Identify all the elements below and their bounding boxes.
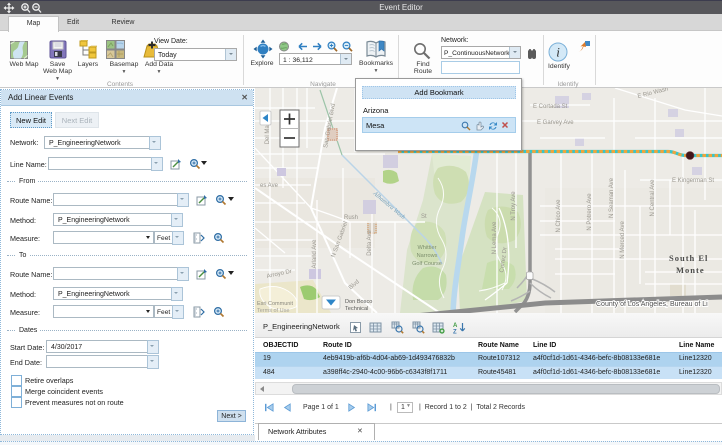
svg-text:N Potrero Ave: N Potrero Ave [587,193,593,231]
svg-text:N Lema Ave: N Lema Ave [492,221,498,254]
svg-text:County of Los Angeles, Bureau: County of Los Angeles, Bureau of Li [596,301,708,308]
svg-text:Golf Course: Golf Course [412,261,442,267]
svg-text:Arland Ave: Arland Ave [312,239,318,269]
svg-text:E Garvey Ave: E Garvey Ave [537,120,574,126]
svg-text:Narrows: Narrows [417,253,438,259]
svg-text:N Merced Ave: N Merced Ave [620,221,626,259]
svg-text:E Kingerman St: E Kingerman St [672,178,714,184]
svg-text:South El: South El [669,253,708,263]
svg-text:A: A [453,323,458,329]
svg-text:E Cortada St: E Cortada St [533,104,568,110]
svg-text:es Ave: es Ave [260,183,279,189]
svg-text:i: i [556,45,560,60]
svg-text:Monte: Monte [676,265,705,275]
svg-text:N Troy Ave: N Troy Ave [511,191,517,221]
svg-text:Esri Communit: Esri Communit [257,301,294,307]
svg-text:Delta Ave: Delta Ave [367,230,373,256]
svg-text:N Central Ave: N Central Ave [650,179,656,217]
svg-text:Z: Z [453,330,457,335]
svg-text:Whittier: Whittier [418,245,437,251]
svg-text:N Chico Ave: N Chico Ave [556,199,562,233]
svg-text:Rush: Rush [344,215,358,221]
svg-text:Don Bosco: Don Bosco [345,299,372,305]
svg-text:N Seaman Ave: N Seaman Ave [609,177,615,218]
svg-text:St: St [421,214,427,220]
svg-text:Technical: Technical [345,306,368,312]
